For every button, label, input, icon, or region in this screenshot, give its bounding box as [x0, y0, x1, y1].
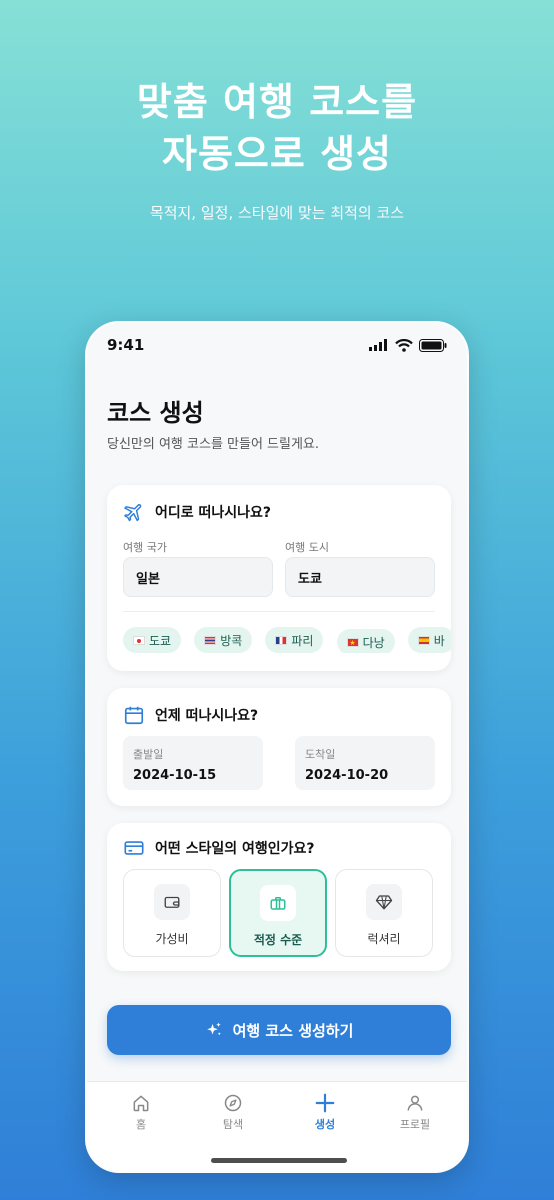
- hero-title-line1: 맞춤 여행 코스를: [136, 80, 418, 124]
- hero-title: 맞춤 여행 코스를 자동으로 생성: [0, 76, 554, 180]
- quick-city-chips: 도쿄 방콕 파리 ★ 다낭 바: [123, 627, 451, 653]
- battery-icon: [419, 338, 447, 352]
- date-heading: 언제 떠나시나요?: [123, 704, 258, 726]
- country-field[interactable]: 일본: [123, 557, 273, 597]
- thailand-flag-icon: [204, 635, 217, 645]
- destination-heading-text: 어디로 떠나시나요?: [155, 505, 272, 521]
- date-heading-text: 언제 떠나시나요?: [155, 708, 259, 724]
- departure-value: 2024-10-15: [133, 768, 217, 783]
- style-option-luxury[interactable]: 럭셔리: [335, 869, 433, 957]
- spain-flag-icon: [417, 635, 430, 645]
- tab-explore-label: 탐색: [222, 1118, 244, 1131]
- arrival-date-field[interactable]: 도착일 2024-10-20: [295, 736, 435, 790]
- france-flag-icon: [275, 635, 288, 645]
- divider: [123, 611, 435, 612]
- compass-icon: [203, 1092, 263, 1114]
- destination-card: 어디로 떠나시나요? 여행 국가 일본 여행 도시 도쿄 도쿄 방콕 파리 ★ …: [107, 485, 451, 671]
- departure-label: 출발일: [133, 748, 164, 761]
- home-icon: [111, 1092, 171, 1114]
- style-option-budget[interactable]: 가성비: [123, 869, 221, 957]
- tab-profile[interactable]: 프로필: [385, 1092, 445, 1132]
- style-heading-text: 어떤 스타일의 여행인가요?: [155, 841, 315, 857]
- style-option-label: 가성비: [155, 932, 189, 946]
- phone-frame: 9:41 코스 생성 당신만의 여행 코스를 만들어 드릴게요. 어디로 떠나시…: [85, 321, 469, 1173]
- plus-icon: [295, 1092, 355, 1114]
- home-indicator: [211, 1158, 347, 1163]
- chip-tokyo[interactable]: 도쿄: [123, 627, 182, 653]
- tab-bar: 홈 탐색 생성 프로필: [87, 1081, 467, 1171]
- country-label: 여행 국가: [123, 541, 167, 554]
- style-option-label: 적정 수준: [253, 933, 303, 947]
- style-option-label: 럭셔리: [367, 932, 401, 946]
- destination-heading: 어디로 떠나시나요?: [123, 501, 271, 523]
- date-card: 언제 떠나시나요? 출발일 2024-10-15 도착일 2024-10-20: [107, 688, 451, 806]
- hero-subtitle: 목적지, 일정, 스타일에 맞는 최적의 코스: [149, 204, 405, 222]
- chip-danang[interactable]: ★ 다낭: [336, 629, 395, 653]
- arrival-value: 2024-10-20: [305, 768, 389, 783]
- chip-bangkok[interactable]: 방콕: [194, 627, 253, 653]
- tab-create-label: 생성: [314, 1118, 336, 1131]
- style-card: 어떤 스타일의 여행인가요? 가성비 적정 수준 럭셔리: [107, 823, 451, 971]
- hero: 맞춤 여행 코스를 자동으로 생성 목적지, 일정, 스타일에 맞는 최적의 코…: [0, 76, 554, 223]
- wifi-icon: [395, 338, 413, 352]
- chip-label: 방콕: [220, 633, 243, 648]
- chip-label: 도쿄: [149, 633, 172, 648]
- tab-profile-label: 프로필: [399, 1118, 431, 1131]
- page-description: 당신만의 여행 코스를 만들어 드릴게요.: [107, 437, 320, 452]
- page-title: 코스 생성: [107, 399, 204, 427]
- generate-course-button[interactable]: 여행 코스 생성하기: [107, 1005, 451, 1055]
- style-option-moderate[interactable]: 적정 수준: [229, 869, 327, 957]
- style-heading: 어떤 스타일의 여행인가요?: [123, 837, 315, 859]
- status-time: 9:41: [107, 336, 145, 354]
- chip-label: 파리: [291, 633, 314, 648]
- airplane-icon: [124, 504, 142, 522]
- briefcase-icon: [260, 885, 296, 921]
- city-label: 여행 도시: [285, 541, 329, 554]
- tab-explore[interactable]: 탐색: [203, 1092, 263, 1132]
- departure-date-field[interactable]: 출발일 2024-10-15: [123, 736, 263, 790]
- profile-icon: [385, 1092, 445, 1114]
- chip-label: 다낭: [362, 635, 385, 650]
- chip-label: 바: [433, 633, 445, 648]
- sparkle-icon: [206, 1022, 221, 1036]
- generate-course-label: 여행 코스 생성하기: [232, 1021, 354, 1040]
- tab-home-label: 홈: [135, 1118, 147, 1131]
- signal-icon: [369, 339, 387, 351]
- tab-create[interactable]: 생성: [295, 1092, 355, 1132]
- wallet-icon: [154, 884, 190, 920]
- city-field[interactable]: 도쿄: [285, 557, 435, 597]
- status-bar: 9:41: [107, 335, 447, 355]
- japan-flag-icon: [133, 635, 145, 645]
- hero-title-line2: 자동으로 생성: [162, 132, 392, 176]
- credit-card-icon: [124, 841, 144, 855]
- status-icons: [369, 338, 447, 352]
- arrival-label: 도착일: [305, 748, 336, 761]
- diamond-icon: [366, 884, 402, 920]
- chip-paris[interactable]: 파리: [265, 627, 324, 653]
- calendar-icon: [124, 706, 144, 725]
- chip-partial[interactable]: 바: [407, 627, 451, 653]
- vietnam-flag-icon: ★: [346, 637, 359, 647]
- tab-home[interactable]: 홈: [111, 1092, 171, 1132]
